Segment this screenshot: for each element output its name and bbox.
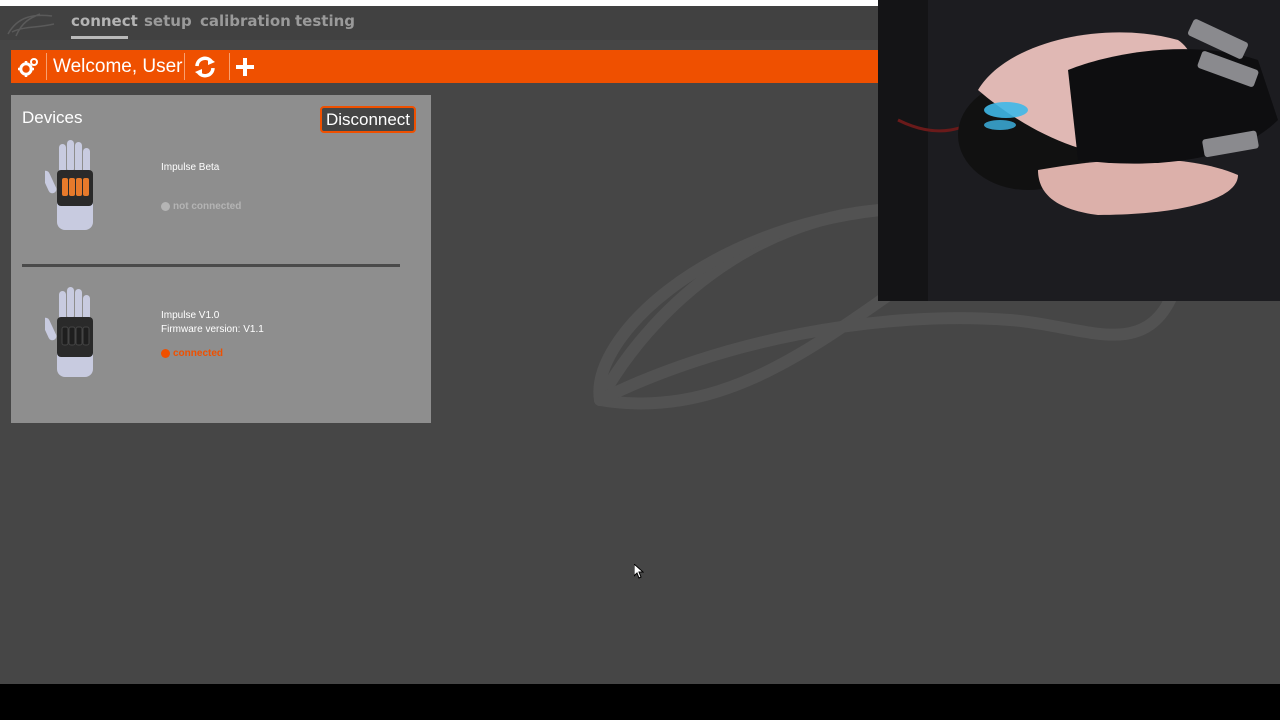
glove-icon xyxy=(45,287,93,377)
plus-icon[interactable] xyxy=(233,50,257,83)
devices-panel: Devices Disconnect Impulse Beta not conn… xyxy=(11,95,431,423)
tab-testing[interactable]: testing xyxy=(295,12,355,30)
letterbox-bar xyxy=(0,684,1280,720)
toolbar-separator xyxy=(184,53,185,80)
webcam-overlay xyxy=(878,0,1280,301)
active-tab-indicator xyxy=(71,36,128,39)
glove-icon xyxy=(45,140,93,230)
refresh-icon[interactable] xyxy=(191,50,219,83)
device-status-text: connected xyxy=(173,348,224,359)
tab-connect[interactable]: connect xyxy=(71,12,138,30)
toolbar-separator xyxy=(46,53,47,80)
device-status-text: not connected xyxy=(173,201,242,212)
disconnect-button[interactable]: Disconnect xyxy=(320,106,416,133)
firmware-version: Firmware version: V1.1 xyxy=(161,324,264,335)
devices-title: Devices xyxy=(22,108,83,127)
device-status: not connected xyxy=(161,201,241,212)
status-dot xyxy=(161,202,170,211)
mouse-cursor-icon xyxy=(634,564,644,579)
tab-setup[interactable]: setup xyxy=(144,12,192,30)
device-name: Impulse Beta xyxy=(161,162,220,173)
app-logo-icon xyxy=(7,13,55,37)
top-navigation: connect setup calibration testing xyxy=(0,6,878,40)
user-toolbar: Welcome, User xyxy=(11,50,878,83)
device-divider xyxy=(22,264,400,267)
webcam-video-image xyxy=(878,0,1280,301)
device-name: Impulse V1.0 xyxy=(161,310,220,321)
gear-icon[interactable] xyxy=(15,50,43,83)
toolbar-separator xyxy=(229,53,230,80)
status-dot xyxy=(161,349,170,358)
device-status: connected xyxy=(161,348,223,359)
tab-calibration[interactable]: calibration xyxy=(200,12,291,30)
welcome-text: Welcome, User xyxy=(53,56,183,77)
